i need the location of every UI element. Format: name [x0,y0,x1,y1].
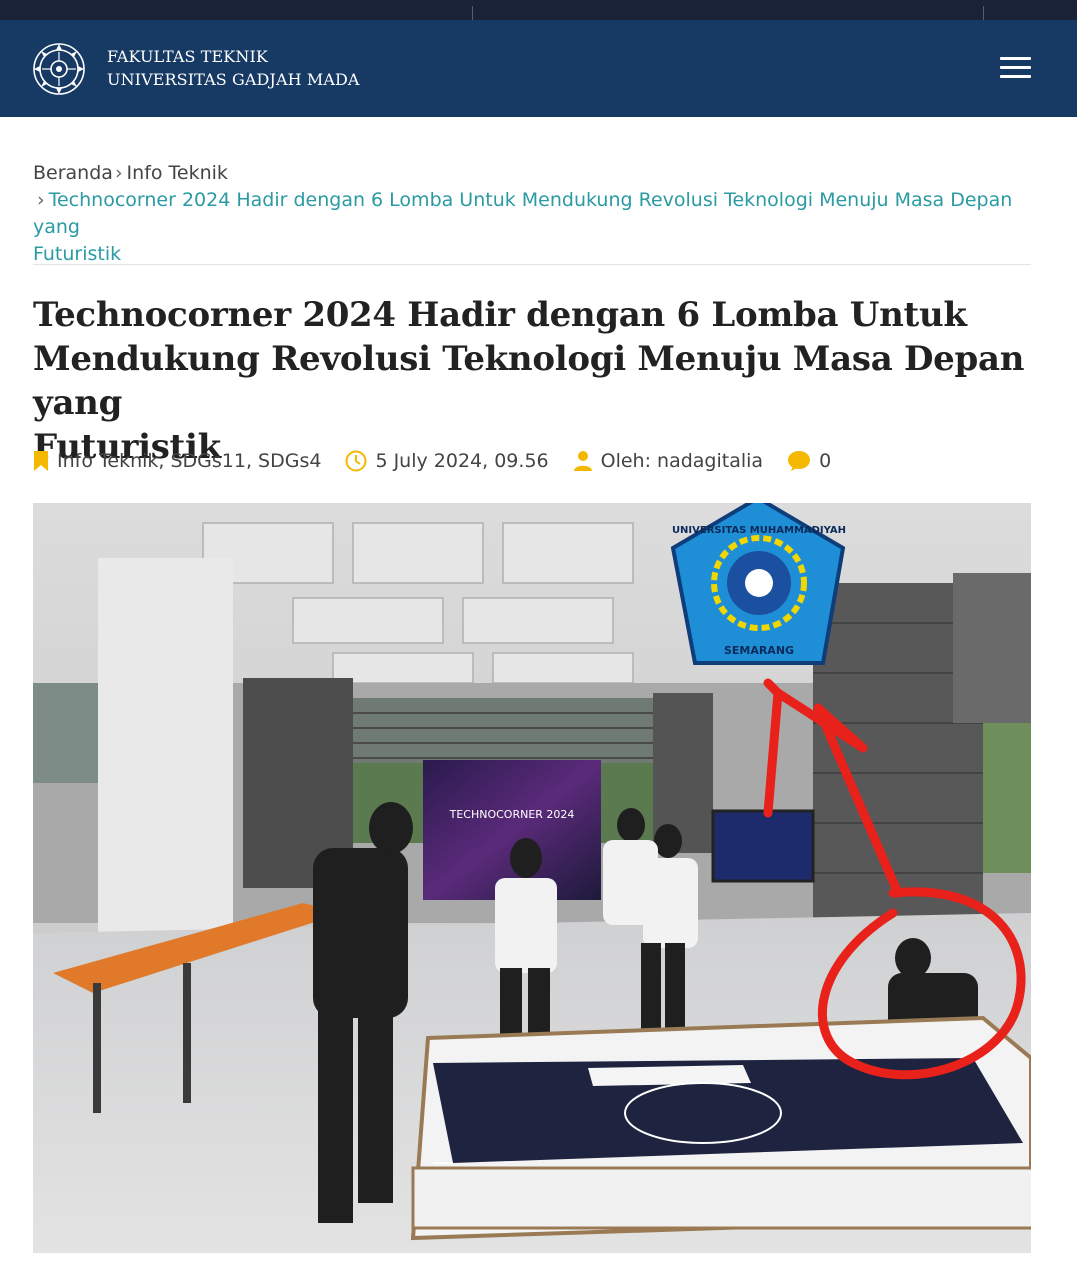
article-title: Technocorner 2024 Hadir dengan 6 Lomba U… [33,295,1025,467]
top-status-bar [0,0,1077,20]
comment-count[interactable]: 0 [819,450,831,472]
banner-text: TECHNOCORNER 2024 [449,808,575,821]
comment-icon [788,451,811,471]
chevron-right-icon: › [37,189,45,211]
divider [33,264,1031,265]
article-date: 5 July 2024, 09.56 [375,450,549,472]
bookmark-icon [34,451,48,471]
user-icon [573,451,592,471]
menu-button[interactable] [994,57,1036,85]
site-brand[interactable]: FAKULTAS TEKNIK UNIVERSITAS GADJAH MADA [107,45,360,91]
clock-icon [345,450,367,472]
ugm-logo-icon[interactable] [31,41,87,97]
badge-bottom-text: SEMARANG [724,644,794,657]
article-categories[interactable]: Info Teknik, SDGs11, SDGs4 [57,450,321,472]
breadcrumb-category[interactable]: Info Teknik [127,162,228,184]
breadcrumb: Beranda › Info Teknik › Technocorner 2024 H… [33,160,1033,268]
article-author[interactable]: Oleh: nadagitalia [601,450,763,472]
breadcrumb-current[interactable]: Technocorner 2024 Hadir dengan 6 Lomba U… [33,189,1012,265]
brand-line-1: FAKULTAS TEKNIK [107,47,268,66]
article-photo[interactable]: TECHNOCORNER 2024 UNIVERSITAS MUHAMMADIY… [33,503,1031,1253]
university-badge: UNIVERSITAS MUHAMMADIYAH SEMARANG [670,503,846,665]
badge-top-text: UNIVERSITAS MUHAMMADIYAH [672,525,846,536]
breadcrumb-home[interactable]: Beranda [33,162,113,184]
hamburger-icon [999,57,1031,60]
article-meta: Info Teknik, SDGs11, SDGs4 5 July 2024, … [33,447,855,475]
brand-line-2: UNIVERSITAS GADJAH MADA [107,70,360,89]
chevron-right-icon: › [114,162,123,184]
site-header: FAKULTAS TEKNIK UNIVERSITAS GADJAH MADA [0,20,1077,117]
